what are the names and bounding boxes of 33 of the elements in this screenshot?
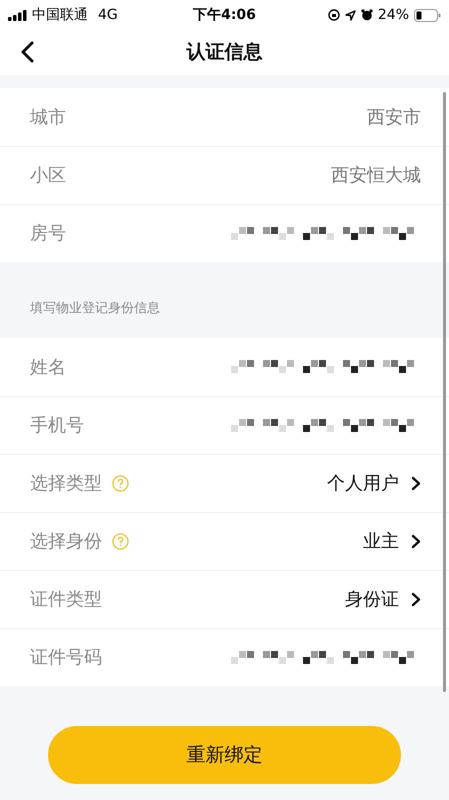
rebind-button[interactable]: 重新绑定 <box>48 726 401 784</box>
network-type: 4G <box>98 6 118 24</box>
scrollbar[interactable] <box>443 92 446 692</box>
clock-time: 下午4:06 <box>193 6 256 24</box>
help-icon[interactable] <box>112 475 129 492</box>
back-icon <box>20 41 34 63</box>
select-field[interactable]: 身份证 <box>345 586 421 613</box>
location-icon <box>344 10 356 20</box>
field-label: 证件类型 <box>30 588 102 612</box>
section-header: 填写物业登记身份信息 <box>30 300 160 318</box>
select-field[interactable]: 个人用户 <box>327 470 421 497</box>
field-label: 房号 <box>30 222 66 246</box>
field-label: 选择身份 <box>30 530 102 554</box>
alarm-icon <box>360 9 373 21</box>
field-label: 城市 <box>30 106 66 130</box>
field-label: 小区 <box>30 164 66 188</box>
field-label: 手机号 <box>30 414 84 438</box>
field-label: 证件号码 <box>30 646 102 670</box>
field-value: 西安市 <box>367 106 421 130</box>
field-label: 姓名 <box>30 356 66 380</box>
chevron-right-icon <box>411 476 421 491</box>
select-field[interactable]: 业主 <box>363 528 421 555</box>
help-icon[interactable] <box>112 533 129 550</box>
chevron-right-icon <box>411 592 421 607</box>
battery-percent: 24% <box>378 6 409 24</box>
signal-icon <box>8 10 28 20</box>
battery-icon <box>414 8 441 22</box>
field-value: 西安恒大城 <box>331 164 421 188</box>
page-title: 认证信息 <box>186 40 262 66</box>
chevron-right-icon <box>411 534 421 549</box>
rotation-lock-icon <box>328 9 340 21</box>
carrier-name: 中国联通 <box>32 6 88 24</box>
field-label: 选择类型 <box>30 472 102 496</box>
